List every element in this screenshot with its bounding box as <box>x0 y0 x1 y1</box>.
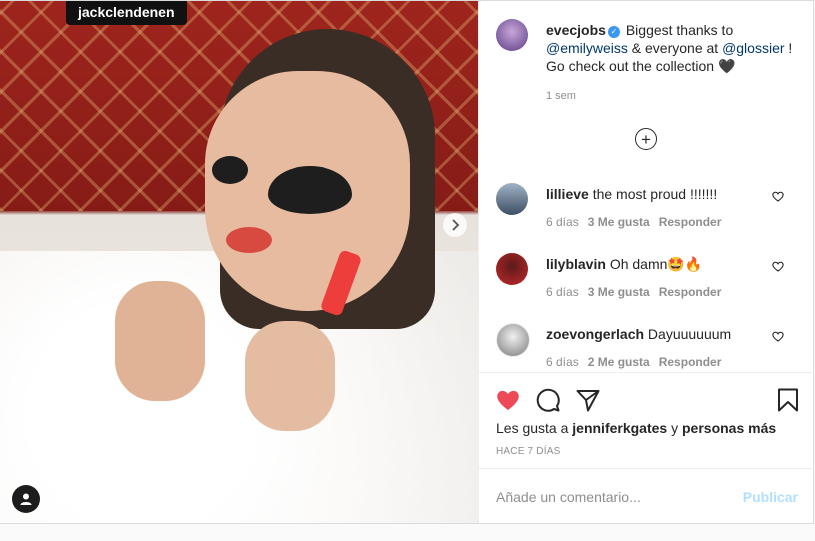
likes-joiner: y <box>671 420 679 436</box>
likes-summary: Les gusta a jenniferkgates y personas má… <box>496 420 776 436</box>
comment-likes[interactable]: 3 Me gusta <box>588 285 650 299</box>
eye-patch <box>212 156 248 184</box>
caption: evecjobs ✓ Biggest thanks to @emilyweiss … <box>546 21 796 75</box>
comment-text: the most proud !!!!!!! <box>592 186 718 202</box>
action-bar <box>479 372 814 423</box>
comment-text: Dayuuuuuum <box>647 326 732 342</box>
comment-input[interactable]: Añade un comentario... <box>496 489 641 505</box>
comment-meta: 6 días 2 Me gusta Responder <box>546 355 730 369</box>
verified-icon: ✓ <box>607 26 620 38</box>
author-username[interactable]: evecjobs <box>546 22 606 38</box>
comment-body: lilyblavin Oh damn🤩🔥 <box>546 255 766 273</box>
comment-age[interactable]: 6 días <box>546 355 579 369</box>
caption-text: & everyone at <box>631 40 719 56</box>
posted-ago[interactable]: HACE 7 DÍAS <box>496 446 560 457</box>
lips <box>226 227 272 253</box>
avatar[interactable] <box>496 323 530 357</box>
comment-body: zoevongerlach Dayuuuuuum <box>546 325 766 343</box>
add-comment-bar: Añade un comentario... Publicar <box>479 468 814 524</box>
liker-username[interactable]: jenniferkgates <box>572 420 667 436</box>
reply-button[interactable]: Responder <box>659 215 722 229</box>
post-time[interactable]: 1 sem <box>546 90 576 102</box>
caption-text: Biggest thanks to <box>625 22 734 38</box>
comment-likes[interactable]: 2 Me gusta <box>588 355 650 369</box>
comment-username[interactable]: lilyblavin <box>546 256 606 272</box>
plus-circle-icon[interactable]: + <box>635 128 657 150</box>
bookmark-icon[interactable] <box>775 387 801 413</box>
heart-icon[interactable] <box>772 261 784 272</box>
reply-button[interactable]: Responder <box>659 355 722 369</box>
heart-icon[interactable] <box>495 387 521 413</box>
comment-body: lillieve the most proud !!!!!!! <box>546 185 766 203</box>
chevron-right-icon[interactable] <box>443 213 467 237</box>
fist <box>245 321 335 431</box>
comment-likes[interactable]: 3 Me gusta <box>588 215 650 229</box>
avatar[interactable] <box>496 183 528 215</box>
user-tag[interactable]: jackclendenen <box>66 1 187 25</box>
post-photo[interactable]: jackclendenen <box>0 1 478 523</box>
likes-prefix: Les gusta a <box>496 420 569 436</box>
heart-icon[interactable] <box>772 191 784 202</box>
comment-username[interactable]: lillieve <box>546 186 589 202</box>
likes-others-link[interactable]: personas más <box>682 420 776 436</box>
avatar[interactable] <box>496 253 528 285</box>
comment-icon[interactable] <box>535 387 561 413</box>
mention-link[interactable]: @glossier <box>722 40 784 56</box>
hand <box>115 281 205 401</box>
share-icon[interactable] <box>575 387 601 413</box>
details-pane: evecjobs ✓ Biggest thanks to @emilyweiss … <box>478 1 814 523</box>
comment-username[interactable]: zoevongerlach <box>546 326 644 342</box>
mention-link[interactable]: @emilyweiss <box>546 40 628 56</box>
user-icon[interactable] <box>12 485 40 513</box>
post-card: jackclendenen evecjobs ✓ Biggest thanks t… <box>0 0 814 524</box>
reply-button[interactable]: Responder <box>659 285 722 299</box>
comment-age[interactable]: 6 días <box>546 215 579 229</box>
heart-icon[interactable] <box>772 331 784 342</box>
avatar[interactable] <box>496 19 528 51</box>
comment-meta: 6 días 3 Me gusta Responder <box>546 215 730 229</box>
comment-meta: 6 días 3 Me gusta Responder <box>546 285 730 299</box>
publish-button[interactable]: Publicar <box>743 489 798 505</box>
comment-age[interactable]: 6 días <box>546 285 579 299</box>
comment-text: Oh damn🤩🔥 <box>609 256 703 272</box>
